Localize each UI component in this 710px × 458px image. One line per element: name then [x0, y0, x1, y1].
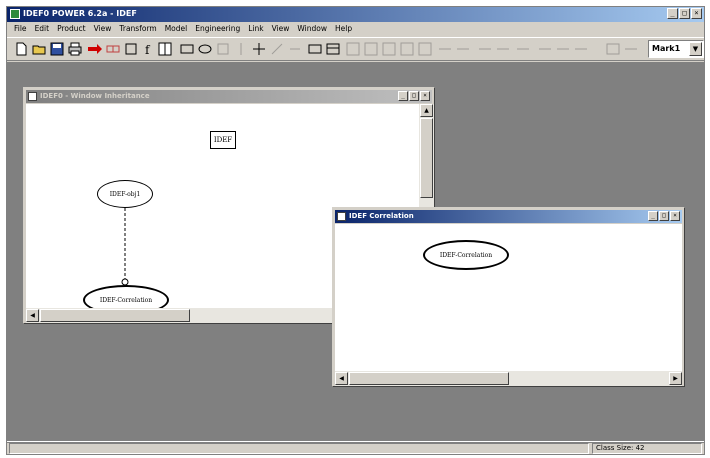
close-button[interactable]: ×: [420, 91, 430, 101]
connector-icon[interactable]: [269, 41, 285, 57]
cross-icon[interactable]: [251, 41, 267, 57]
save-icon[interactable]: [49, 41, 65, 57]
mark-select-value: Mark1: [652, 44, 681, 53]
child-window-buttons: _ □ ×: [398, 91, 430, 101]
menu-edit[interactable]: Edit: [31, 22, 54, 36]
child-window-buttons: _ □ ×: [648, 211, 680, 221]
status-message: [9, 443, 589, 454]
menu-engineering[interactable]: Engineering: [191, 22, 244, 36]
new-icon[interactable]: [13, 41, 29, 57]
scroll-thumb[interactable]: [40, 309, 190, 322]
status-class-size: Class Size: 42: [592, 443, 702, 454]
scroll-left-button[interactable]: ◀: [335, 372, 348, 385]
app-title: IDEF0 POWER 6.2a - IDEF: [23, 9, 137, 18]
menu-view[interactable]: View: [90, 22, 116, 36]
function-icon[interactable]: f: [141, 41, 157, 57]
menu-transform[interactable]: Transform: [115, 22, 160, 36]
shape-2-icon[interactable]: [233, 41, 249, 57]
scroll-thumb[interactable]: [349, 372, 509, 385]
print-icon[interactable]: [67, 41, 83, 57]
maximize-button[interactable]: □: [679, 8, 690, 19]
minimize-button[interactable]: _: [398, 91, 408, 101]
grid-4-icon[interactable]: [399, 41, 415, 57]
menu-bar: File Edit Product View Transform Model E…: [7, 22, 704, 36]
document-icon: [28, 92, 37, 101]
child-window-titlebar[interactable]: IDEF Correlation _ □ ×: [335, 210, 682, 223]
diagram-canvas[interactable]: IDEF-Correlation: [335, 224, 682, 371]
shape-icon[interactable]: [215, 41, 231, 57]
status-bar: Class Size: 42: [7, 441, 704, 454]
menu-help[interactable]: Help: [331, 22, 356, 36]
menu-model[interactable]: Model: [161, 22, 192, 36]
application-window: IDEF0 POWER 6.2a - IDEF _ □ × File Edit …: [6, 6, 705, 455]
table-2-icon[interactable]: [623, 41, 639, 57]
close-button[interactable]: ×: [670, 211, 680, 221]
minimize-button[interactable]: _: [648, 211, 658, 221]
rect-icon[interactable]: [179, 41, 195, 57]
correlation-ellipse-node[interactable]: IDEF-Correlation: [423, 240, 509, 270]
horizontal-scrollbar[interactable]: ◀ ▶: [335, 371, 682, 386]
maximize-button[interactable]: □: [409, 91, 419, 101]
grid-icon[interactable]: [345, 41, 361, 57]
zoom-7-icon[interactable]: [555, 41, 571, 57]
scroll-thumb[interactable]: [420, 118, 433, 198]
child-window-title: IDEF0 - Window Inheritance: [40, 92, 150, 100]
child-window-correlation: IDEF Correlation _ □ × IDEF-Correlation …: [332, 207, 685, 387]
correlation-ellipse-label: IDEF-Correlation: [439, 251, 493, 259]
mdi-workspace: IDEF0 - Window Inheritance _ □ × IDEF ID…: [7, 62, 704, 443]
grid-5-icon[interactable]: [417, 41, 433, 57]
maximize-button[interactable]: □: [659, 211, 669, 221]
open-icon[interactable]: [31, 41, 47, 57]
chevron-down-icon[interactable]: ▼: [689, 42, 702, 56]
menu-view-2[interactable]: View: [268, 22, 294, 36]
align-icon[interactable]: [325, 41, 341, 57]
grid-2-icon[interactable]: [363, 41, 379, 57]
zoom-5-icon[interactable]: [515, 41, 531, 57]
box-icon[interactable]: [123, 41, 139, 57]
layout-icon[interactable]: [307, 41, 323, 57]
document-icon: [337, 212, 346, 221]
menu-product[interactable]: Product: [53, 22, 89, 36]
zoom-4-icon[interactable]: [495, 41, 511, 57]
scroll-right-button[interactable]: ▶: [669, 372, 682, 385]
toolbar: f Mark1 ▼: [7, 37, 704, 61]
table-icon[interactable]: [605, 41, 621, 57]
zoom-icon[interactable]: [437, 41, 453, 57]
scroll-up-button[interactable]: ▲: [420, 104, 433, 117]
scroll-left-button[interactable]: ◀: [26, 309, 39, 322]
child-window-title: IDEF Correlation: [349, 212, 414, 220]
menu-file[interactable]: File: [10, 22, 31, 36]
zoom-2-icon[interactable]: [455, 41, 471, 57]
correlation-ellipse-label: IDEF-Correlation: [99, 296, 153, 304]
grid-3-icon[interactable]: [381, 41, 397, 57]
arrow-red-icon[interactable]: [87, 41, 103, 57]
split-icon[interactable]: [157, 41, 173, 57]
app-titlebar[interactable]: IDEF0 POWER 6.2a - IDEF _ □ ×: [7, 7, 704, 22]
menu-link[interactable]: Link: [244, 22, 267, 36]
menu-window[interactable]: Window: [293, 22, 331, 36]
link-icon[interactable]: [105, 41, 121, 57]
child-window-titlebar[interactable]: IDEF0 - Window Inheritance _ □ ×: [26, 90, 432, 103]
zoom-3-icon[interactable]: [477, 41, 493, 57]
zoom-6-icon[interactable]: [537, 41, 553, 57]
correlation-ellipse-node[interactable]: IDEF-Correlation: [83, 285, 169, 308]
ellipse-icon[interactable]: [197, 41, 213, 57]
mark-select[interactable]: Mark1 ▼: [648, 40, 704, 58]
zoom-8-icon[interactable]: [573, 41, 589, 57]
connector-2-icon[interactable]: [287, 41, 303, 57]
close-button[interactable]: ×: [691, 8, 702, 19]
minimize-button[interactable]: _: [667, 8, 678, 19]
app-window-buttons: _ □ ×: [667, 8, 702, 19]
app-icon: [10, 9, 20, 19]
svg-text:f: f: [145, 43, 151, 56]
